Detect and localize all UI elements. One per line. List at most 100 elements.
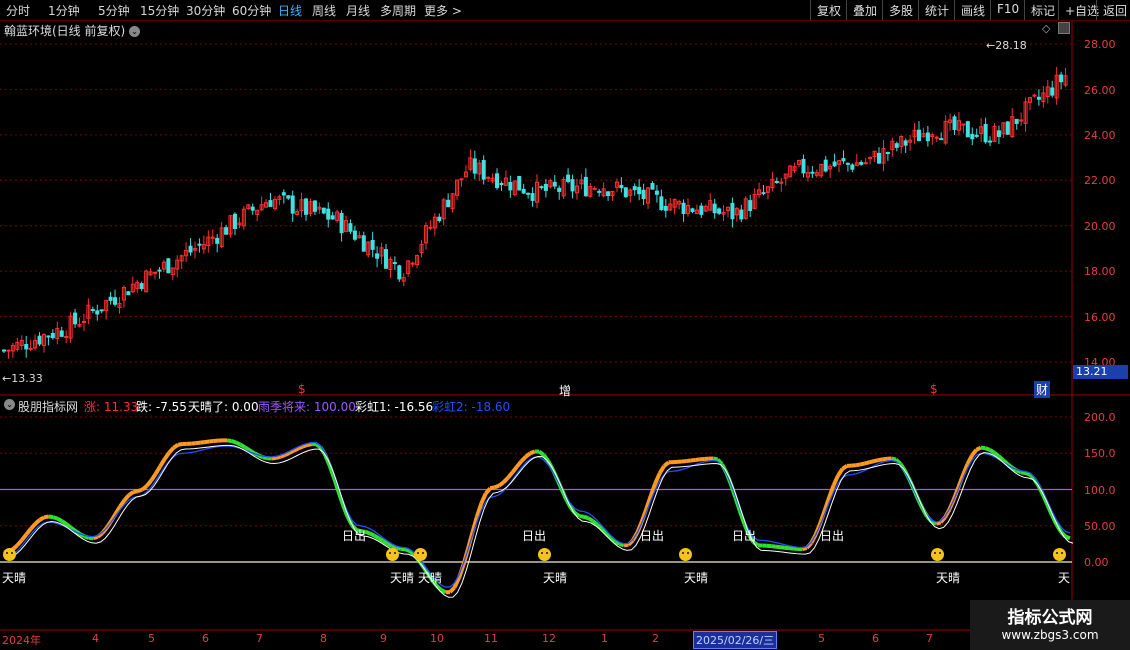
price-and-indicator-chart[interactable] <box>0 0 1130 650</box>
candle-body <box>925 132 930 142</box>
rainbow-bar <box>891 456 897 462</box>
candle-body <box>113 297 118 305</box>
rainbow-bar <box>162 451 171 461</box>
rainbow-bar <box>980 445 986 451</box>
candle-body <box>916 129 921 142</box>
candle-body <box>650 182 655 190</box>
y-tick-22: 22.00 <box>1084 174 1116 187</box>
event-marker-dollar-2[interactable]: $ <box>930 382 938 396</box>
rainbow-bar <box>877 457 884 463</box>
candle-body <box>268 200 273 207</box>
x-label-12: 12 <box>542 632 556 645</box>
candle-body <box>348 223 353 232</box>
candle-body <box>330 215 335 220</box>
ind-zhang: 涨: 11.33 <box>84 400 139 414</box>
indicator-name[interactable]: 股朋指标网 <box>18 398 78 415</box>
candle-body <box>281 192 286 196</box>
candle-body <box>832 161 837 167</box>
smiley-icon-6 <box>931 548 944 561</box>
candle-body <box>974 134 979 137</box>
stock-title: 翰蓝环境(日线 前复权) ⌄ <box>4 22 141 39</box>
indicator-dropdown-icon[interactable]: ⌄ <box>4 399 15 410</box>
ann-tianqing-6: 天晴 <box>936 571 961 585</box>
smiley-icon-3 <box>414 548 427 561</box>
rainbow-bar <box>970 448 978 457</box>
event-marker-dollar-1[interactable]: $ <box>298 382 306 396</box>
event-marker-cai[interactable]: 财 <box>1034 381 1051 398</box>
candle-body <box>717 208 722 214</box>
candle-body <box>557 187 562 192</box>
y-tick-24: 24.00 <box>1084 129 1116 142</box>
rainbow-bar <box>440 588 447 595</box>
rainbow-bar <box>15 538 24 547</box>
candle-body <box>321 207 326 214</box>
candle-body <box>841 158 846 162</box>
candle-body <box>139 283 144 290</box>
y-tick-18: 18.00 <box>1084 265 1116 278</box>
diamond-icon[interactable]: ◇ <box>1042 22 1050 35</box>
candle-body <box>392 262 397 265</box>
candle-body <box>517 175 522 191</box>
candle-body <box>224 227 229 235</box>
window-toggle-icon[interactable] <box>1058 22 1070 34</box>
candle-body <box>286 195 291 199</box>
smiley-icon-1 <box>3 548 16 561</box>
ann-tianqing-4: 天晴 <box>543 571 568 585</box>
x-label-9: 9 <box>380 632 387 645</box>
candle-body <box>508 181 513 191</box>
candle-body <box>312 200 317 212</box>
candle-body <box>970 133 975 140</box>
candle-body <box>95 310 100 315</box>
rainbow-bar <box>882 456 888 462</box>
rainbow-bar <box>506 471 515 480</box>
rainbow-bar <box>579 514 585 519</box>
ind-caihong2: 彩虹2: -18.60 <box>432 400 511 414</box>
candle-body <box>996 130 1001 137</box>
caihong1-line <box>6 444 1074 598</box>
x-selected-date: 2025/02/26/三 <box>693 631 778 649</box>
candle-body <box>188 245 193 253</box>
candle-body <box>99 309 104 312</box>
x-label-4: 4 <box>92 632 99 645</box>
ind-tick-100: 100.0 <box>1084 484 1116 497</box>
rainbow-bar <box>137 487 143 494</box>
candle-body <box>965 121 970 138</box>
candle-body <box>850 164 855 170</box>
candle-body <box>526 192 531 195</box>
rainbow-bar <box>177 442 183 447</box>
candle-body <box>810 171 815 174</box>
ann-richu-3: 日出 <box>640 529 665 543</box>
candle-body <box>90 309 95 312</box>
rainbow-bar <box>1020 470 1026 475</box>
candle-body <box>903 140 908 146</box>
ind-tick-0: 0.00 <box>1084 556 1109 569</box>
event-marker-zeng[interactable]: 增 <box>559 382 571 399</box>
x-label-5: 5 <box>148 632 155 645</box>
candle-body <box>877 152 882 164</box>
candle-body <box>59 330 64 337</box>
rainbow-bar <box>497 480 505 488</box>
candle-body <box>774 180 779 183</box>
candle-body <box>641 189 646 200</box>
rainbow-bar <box>712 456 719 462</box>
candle-body <box>681 202 686 215</box>
x-label-5b: 5 <box>818 632 825 645</box>
ann-richu-2: 日出 <box>522 529 547 543</box>
candle-body <box>539 186 544 189</box>
rainbow-bar <box>239 442 246 449</box>
rainbow-bar <box>784 545 790 551</box>
candle-body <box>761 192 766 195</box>
title-dropdown-icon[interactable]: ⌄ <box>129 26 141 37</box>
rainbow-bar <box>132 489 139 494</box>
candle-body <box>632 186 637 191</box>
candle-body <box>157 269 162 272</box>
rainbow-bar <box>52 515 59 521</box>
candle-body <box>437 216 442 222</box>
candle-body <box>459 178 464 181</box>
rainbow-bar <box>145 479 153 488</box>
candle-body <box>46 335 51 338</box>
rainbow-bar <box>623 542 629 548</box>
x-label-2024: 2024年 <box>2 634 41 647</box>
rainbow-bar <box>368 531 376 538</box>
x-label-8: 8 <box>320 632 327 645</box>
